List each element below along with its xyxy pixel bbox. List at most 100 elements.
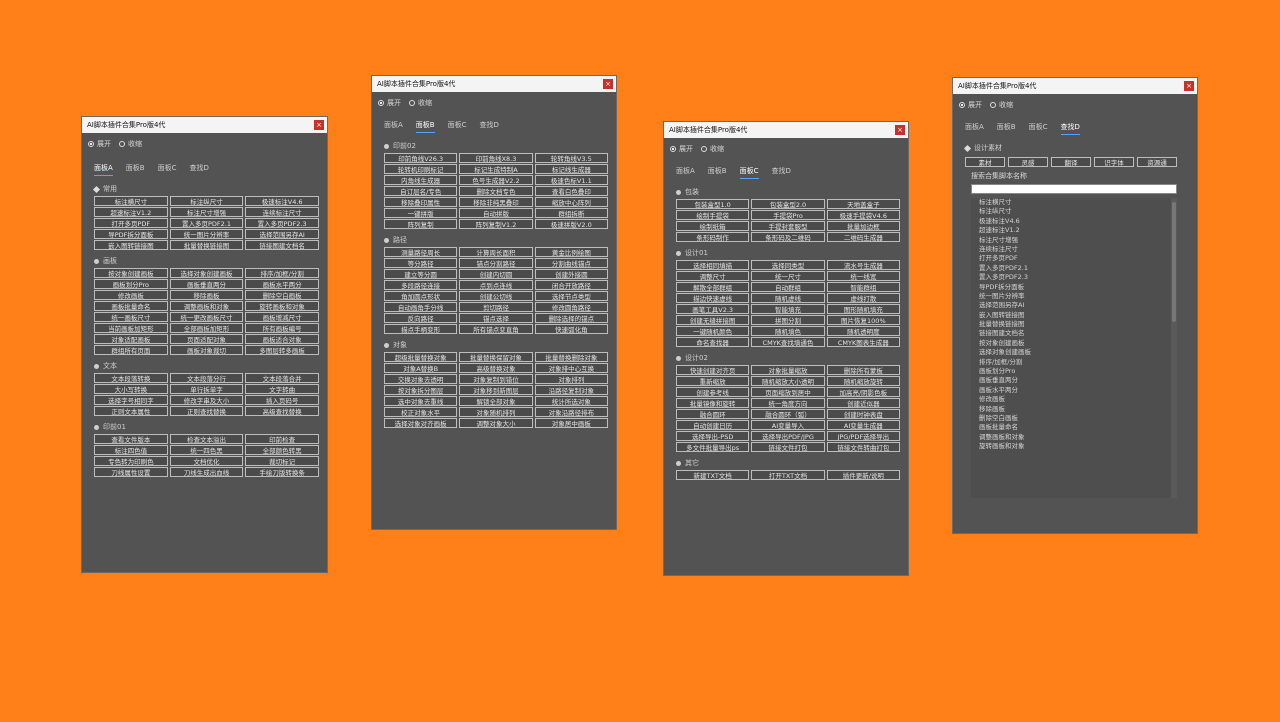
script-button[interactable]: 全部颜色转黑 [245, 445, 319, 455]
script-button[interactable]: 检查文本溢出 [169, 434, 244, 444]
list-item[interactable]: 置入多页PDF2.3 [971, 273, 1177, 282]
script-button[interactable]: 缩放中心阵列 [534, 197, 608, 207]
script-button[interactable]: 调整尺寸 [676, 271, 750, 281]
script-button[interactable]: 极速标注V4.6 [245, 196, 319, 206]
script-button[interactable]: 二维码生成器 [826, 232, 900, 242]
script-button[interactable]: 按对象创建画板 [94, 268, 168, 278]
script-button[interactable]: 创建近似器 [826, 398, 900, 408]
script-button[interactable]: 手提袋Pro [751, 210, 825, 220]
script-button[interactable]: 命名查找器 [676, 337, 750, 347]
script-button[interactable]: 快速创建对齐页 [676, 365, 750, 375]
script-button[interactable]: 轮转机印刷标记 [384, 164, 458, 174]
list-item[interactable]: 打开多页PDF [971, 254, 1177, 263]
script-button[interactable]: 智能填充 [751, 304, 825, 314]
script-button[interactable]: 标注横尺寸 [94, 196, 168, 206]
tab-find-d[interactable]: 查找D [1060, 122, 1080, 135]
script-button[interactable]: 画板垂直两分 [169, 279, 244, 289]
script-button[interactable]: 连续标注尺寸 [245, 207, 319, 217]
script-button[interactable]: 融合圆环（弧） [751, 409, 825, 419]
script-button[interactable]: 画板增减尺寸 [245, 312, 319, 322]
script-button[interactable]: 页面缩放到居中 [751, 387, 825, 397]
script-button[interactable]: 自动拼版 [459, 208, 533, 218]
script-button[interactable]: 插件更新/说明 [826, 470, 900, 480]
script-button[interactable]: 极速拼版V2.0 [534, 219, 608, 229]
script-button[interactable]: 修改圆角路径 [534, 302, 608, 312]
script-button[interactable]: 随机填色 [751, 326, 825, 336]
tab-panel-a[interactable]: 面板A [384, 120, 403, 133]
assets-button[interactable]: 素材 [965, 157, 1005, 167]
script-button[interactable]: 画板批量命名 [94, 301, 168, 311]
script-button[interactable]: 黄金比例绘图 [534, 247, 608, 257]
script-button[interactable]: 正则文本属性 [94, 406, 168, 416]
script-button[interactable]: 解散全部群组 [676, 282, 750, 292]
script-button[interactable]: 统计所选对象 [534, 396, 608, 406]
script-button[interactable]: 高级查找替换 [245, 406, 319, 416]
script-button[interactable]: 文档优化 [169, 456, 244, 466]
script-button[interactable]: 所有锚点变直角 [459, 324, 533, 334]
collapse-radio[interactable]: 收缩 [119, 139, 142, 149]
script-button[interactable]: 群组所有页面 [94, 345, 168, 355]
script-button[interactable]: 选择导出PDF/JPG [751, 431, 825, 441]
script-button[interactable]: 专色转为印刷色 [94, 456, 168, 466]
script-button[interactable]: 画板划分Pro [94, 279, 168, 289]
script-button[interactable]: 锚点分割路径 [459, 258, 533, 268]
script-button[interactable]: 文本段落转换 [94, 373, 168, 383]
script-button[interactable]: 对象排中心互换 [534, 363, 608, 373]
tab-panel-b[interactable]: 面板B [997, 122, 1016, 135]
script-button[interactable]: 图片恢复100% [826, 315, 900, 325]
script-button[interactable]: 手提封套服型 [751, 221, 825, 231]
script-button[interactable]: 创建公切线 [459, 291, 533, 301]
script-button[interactable]: 自动创建日历 [676, 420, 750, 430]
identify-font-button[interactable]: 识字体 [1094, 157, 1134, 167]
script-button[interactable]: 反向路径 [384, 313, 458, 323]
script-button[interactable]: 剪切路径 [459, 302, 533, 312]
script-button[interactable]: 描边快速虚线 [676, 293, 750, 303]
script-button[interactable]: 自动群组 [751, 282, 825, 292]
expand-radio[interactable]: 展开 [959, 100, 982, 110]
script-button[interactable]: 画板对象裁切 [169, 345, 244, 355]
script-button[interactable]: 智能群组 [826, 282, 900, 292]
close-button[interactable]: × [603, 79, 613, 89]
script-button[interactable]: 流水号生成器 [826, 260, 900, 270]
script-button[interactable]: 按对象拆分图层 [384, 385, 458, 395]
script-button[interactable]: 删除所有蒙板 [826, 365, 900, 375]
list-item[interactable]: 标注纵尺寸 [971, 207, 1177, 216]
list-item[interactable]: 排序/加框/分割 [971, 358, 1177, 367]
collapse-radio[interactable]: 收缩 [409, 98, 432, 108]
script-button[interactable]: 统一图片分辨率 [169, 229, 244, 239]
script-button[interactable]: 全部画板加矩形 [169, 323, 244, 333]
script-button[interactable]: 导PDF拆分面板 [94, 229, 168, 239]
script-button[interactable]: 天地盖盒子 [826, 199, 900, 209]
tab-panel-c[interactable]: 面板C [739, 166, 759, 179]
script-button[interactable]: 选择节点类型 [534, 291, 608, 301]
script-button[interactable]: 新建TXT文档 [676, 470, 750, 480]
script-button[interactable]: 闭合开放路径 [534, 280, 608, 290]
script-button[interactable]: 移除非纯黑叠印 [459, 197, 533, 207]
tab-panel-b[interactable]: 面板B [126, 163, 145, 176]
script-button[interactable]: 一键拼版 [384, 208, 458, 218]
script-button[interactable]: 排序/加框/分割 [245, 268, 319, 278]
list-item[interactable]: 画板水平两分 [971, 386, 1177, 395]
script-button[interactable]: 印前检查 [245, 434, 319, 444]
script-button[interactable]: 文本段落合并 [245, 373, 319, 383]
script-button[interactable]: 刀线生成出血线 [169, 467, 244, 477]
script-button[interactable]: 选择对象对齐画板 [384, 418, 458, 428]
list-item[interactable]: 修改画板 [971, 395, 1177, 404]
tab-panel-a[interactable]: 面板A [676, 166, 695, 179]
tab-find-d[interactable]: 查找D [190, 163, 209, 176]
script-button[interactable]: 删除选择的锚点 [534, 313, 608, 323]
list-item[interactable]: 超速标注V1.2 [971, 226, 1177, 235]
script-button[interactable]: 刀线属性设置 [94, 467, 168, 477]
script-button[interactable]: 所有画板编号 [245, 323, 319, 333]
list-item[interactable]: 标注横尺寸 [971, 198, 1177, 207]
script-button[interactable]: AI变量导入 [751, 420, 825, 430]
script-button[interactable]: 标注尺寸增强 [169, 207, 244, 217]
script-button[interactable]: 对象批量缩放 [751, 365, 825, 375]
tab-panel-c[interactable]: 面板C [158, 163, 177, 176]
translate-button[interactable]: 翻译 [1051, 157, 1091, 167]
script-button[interactable]: 置入多页PDF2.1 [169, 218, 244, 228]
script-button[interactable]: 拼图分割 [751, 315, 825, 325]
script-button[interactable]: 加高亮/阴影色板 [826, 387, 900, 397]
script-button[interactable]: 随机虚线 [751, 293, 825, 303]
script-button[interactable]: 统一画板尺寸 [94, 312, 168, 322]
